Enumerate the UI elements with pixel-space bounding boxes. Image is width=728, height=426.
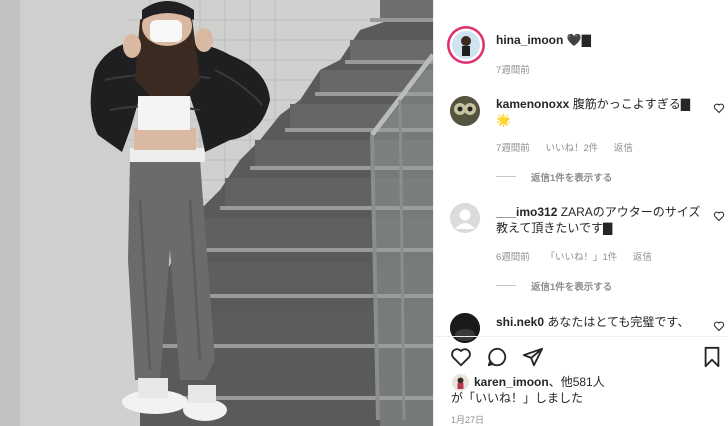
post-photo — [0, 0, 433, 426]
comment-reply-button[interactable]: 返信 — [614, 143, 633, 154]
heart-icon[interactable] — [450, 346, 472, 368]
likes-line2: が「いいね！」しました — [451, 391, 584, 405]
post-time[interactable]: 7週間前 — [496, 62, 530, 76]
share-icon[interactable] — [522, 346, 544, 368]
caption: hina_imoon 🖤▇ — [496, 32, 591, 48]
comment-line: kamenonoxx 腹筋かっこよすぎる▇ — [496, 96, 690, 112]
comment-line: ___imo312 ZARAのアウターのサイズ — [496, 204, 700, 220]
comment-text: ZARAのアウターのサイズ — [560, 205, 701, 219]
actions-divider — [434, 336, 728, 337]
post-side-panel: hina_imoon 🖤▇ 7週間前 kamenonoxx 腹筋かっこよすぎる▇… — [433, 0, 728, 426]
comment-meta: 7週間前 いいね！2件 返信 — [496, 140, 646, 154]
comment-text: 腹筋かっこよすぎる▇ — [572, 97, 690, 111]
comment-username[interactable]: kamenonoxx — [496, 97, 569, 111]
reply-divider — [496, 176, 516, 177]
author-avatar-image — [452, 31, 480, 59]
comment-meta: 6週間前 「いいね！」1件 返信 — [496, 249, 665, 263]
reply-divider — [496, 285, 516, 286]
liker-avatar[interactable] — [452, 374, 469, 391]
post-photo-illustration — [0, 0, 433, 426]
comment-like-heart-icon[interactable] — [713, 320, 725, 332]
liker-avatar-image — [452, 374, 469, 391]
comment-avatar-image — [450, 313, 480, 343]
view-replies-button[interactable]: 返信1件を表示する — [531, 279, 612, 293]
comment-avatar-image — [450, 96, 480, 126]
comment-likes[interactable]: いいね！2件 — [545, 143, 598, 154]
comment-line: shi.nek0 あなたはとても完璧です、 — [496, 314, 689, 330]
comment-text: あなたはとても完璧です、 — [547, 315, 690, 329]
comment-icon[interactable] — [486, 346, 508, 368]
comment-like-heart-icon[interactable] — [713, 102, 725, 114]
comment-text-line2: 🌟 — [496, 113, 511, 127]
comment-text-line2: 教えて頂きたいです▇ — [496, 221, 613, 235]
post-date[interactable]: 1月27日 — [451, 413, 484, 426]
comment-likes[interactable]: 「いいね！」1件 — [545, 252, 617, 263]
comment-time[interactable]: 6週間前 — [496, 252, 530, 263]
comment-reply-button[interactable]: 返信 — [633, 252, 652, 263]
comment-username[interactable]: shi.nek0 — [496, 315, 544, 329]
caption-text: 🖤▇ — [566, 33, 591, 47]
liker-username[interactable]: karen_imoon — [474, 375, 549, 389]
comment-avatar[interactable] — [450, 313, 480, 343]
comment-like-heart-icon[interactable] — [713, 210, 725, 222]
likes-others[interactable]: 、他581人 — [549, 375, 605, 389]
author-username[interactable]: hina_imoon — [496, 33, 563, 47]
default-avatar-icon — [450, 203, 480, 233]
comment-avatar[interactable] — [450, 96, 480, 126]
likes-summary: karen_imoon、他581人 — [474, 374, 605, 390]
view-replies-button[interactable]: 返信1件を表示する — [531, 170, 612, 184]
author-avatar[interactable] — [447, 26, 485, 64]
comment-username[interactable]: ___imo312 — [496, 205, 557, 219]
comment-avatar[interactable] — [450, 203, 480, 233]
comment-time[interactable]: 7週間前 — [496, 143, 530, 154]
bookmark-icon[interactable] — [701, 346, 723, 368]
